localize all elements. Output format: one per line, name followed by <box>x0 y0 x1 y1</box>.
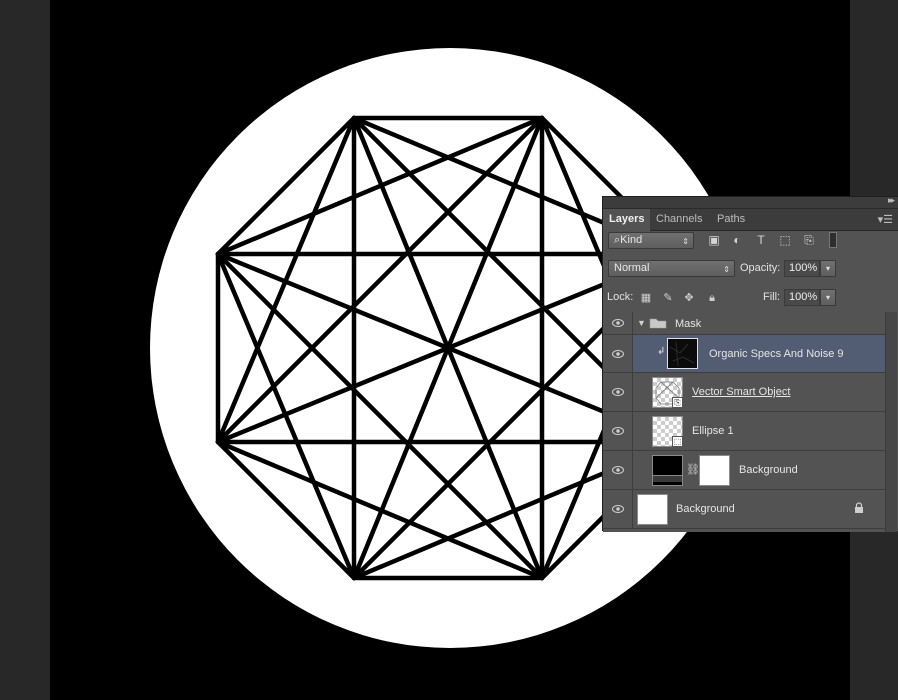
link-chain-icon[interactable]: ⛓︎ <box>686 463 700 476</box>
layer-name: Background <box>739 464 798 476</box>
layer-thumbnail: ⎘ <box>652 377 683 408</box>
expand-triangle-icon[interactable]: ▼ <box>637 318 646 328</box>
blend-row: Normal ⇕ Opacity: 100% ▾ <box>603 260 897 278</box>
opacity-label: Opacity: <box>740 262 781 274</box>
image-filter-icon[interactable]: ▣ <box>706 232 722 248</box>
shape-badge-icon: ⬚ <box>672 436 683 447</box>
filter-row: ⌕Kind ⇕ ▣ ◐ T ⬚ ⎘ <box>603 232 897 250</box>
layers-panel: ▸▸ Layers Channels Paths ▾☰ ⌕Kind ⇕ ▣ ◐ … <box>602 195 898 532</box>
panel-tabs: Layers Channels Paths ▾☰ <box>603 209 898 231</box>
layer-name: Ellipse 1 <box>692 425 734 437</box>
type-filter-icon[interactable]: T <box>753 232 769 248</box>
layer-row[interactable]: ⎘ Vector Smart Object <box>603 373 885 412</box>
layer-name: Vector Smart Object <box>692 386 791 398</box>
fill-input[interactable]: 100% <box>784 289 820 306</box>
lock-row: Lock: ▦ ✎ ✥ 🔒︎ Fill: 100% ▾ <box>603 289 897 307</box>
layer-mask-thumbnail[interactable] <box>699 455 730 486</box>
layer-row[interactable]: ⬚ Ellipse 1 <box>603 412 885 451</box>
lock-label: Lock: <box>607 291 634 303</box>
layers-scrollbar[interactable] <box>885 312 897 532</box>
visibility-eye-icon[interactable] <box>603 412 633 450</box>
layer-name: Background <box>676 503 735 515</box>
filter-kind-label: Kind <box>620 234 643 246</box>
smart-object-filter-icon[interactable]: ⎘ <box>801 232 817 248</box>
panel-title-strip: ▸▸ <box>603 195 898 209</box>
layer-name: Organic Specs And Noise 9 <box>709 348 844 360</box>
chevron-down-icon: ▾ <box>825 264 830 273</box>
fill-strip <box>653 475 682 482</box>
visibility-eye-icon[interactable] <box>603 373 633 411</box>
layer-row-group[interactable]: ▼ Mask <box>603 312 885 335</box>
stepper-arrows-icon: ⇕ <box>723 265 730 274</box>
folder-icon <box>649 317 667 332</box>
visibility-eye-icon[interactable] <box>603 335 633 372</box>
tab-paths[interactable]: Paths <box>711 209 751 230</box>
opacity-dropdown[interactable]: ▾ <box>820 260 836 277</box>
clipping-arrow-icon: ↲ <box>657 346 666 357</box>
layer-thumbnail <box>637 494 668 525</box>
lock-image-icon[interactable]: ✎ <box>661 291 675 305</box>
filter-kind-select[interactable]: ⌕Kind ⇕ <box>608 232 694 249</box>
blend-mode-select[interactable]: Normal ⇕ <box>608 260 735 277</box>
layer-thumbnail <box>652 455 683 486</box>
tab-layers[interactable]: Layers <box>603 209 651 231</box>
chevron-down-icon: ▾ <box>825 293 830 302</box>
lock-position-icon[interactable]: ✥ <box>682 291 696 305</box>
layer-row-selected[interactable]: ↲ Organic Specs And Noise 9 <box>603 335 885 373</box>
visibility-eye-icon[interactable] <box>603 490 633 528</box>
layer-thumbnail <box>667 338 698 369</box>
stepper-arrows-icon: ⇕ <box>682 237 689 246</box>
adjustment-filter-icon[interactable]: ◐ <box>729 232 745 248</box>
layer-row[interactable]: Background <box>603 490 885 529</box>
fill-dropdown[interactable]: ▾ <box>820 289 836 306</box>
lock-transparent-icon[interactable]: ▦ <box>639 291 653 305</box>
filter-toggle-switch[interactable] <box>829 232 837 248</box>
opacity-input[interactable]: 100% <box>784 260 820 277</box>
visibility-eye-icon[interactable] <box>603 312 633 334</box>
lock-all-icon[interactable]: 🔒︎ <box>705 291 719 305</box>
layer-row[interactable]: ⛓︎ Background <box>603 451 885 490</box>
layers-list: ▼ Mask ↲ Organic Specs And Noise 9 ⎘ Vec… <box>603 312 885 532</box>
visibility-eye-icon[interactable] <box>603 451 633 489</box>
fill-label: Fill: <box>763 291 781 303</box>
lock-icon <box>854 502 864 517</box>
blend-mode-value: Normal <box>614 262 650 274</box>
layer-thumbnail: ⬚ <box>652 416 683 447</box>
tab-channels[interactable]: Channels <box>650 209 708 230</box>
workspace-left-gutter <box>0 0 50 700</box>
shape-filter-icon[interactable]: ⬚ <box>777 232 793 248</box>
layer-name: Mask <box>675 318 702 330</box>
smart-object-badge-icon: ⎘ <box>672 397 683 408</box>
panel-menu-icon[interactable]: ▾☰ <box>878 213 893 226</box>
collapse-panel-icon[interactable]: ▸▸ <box>888 195 895 206</box>
